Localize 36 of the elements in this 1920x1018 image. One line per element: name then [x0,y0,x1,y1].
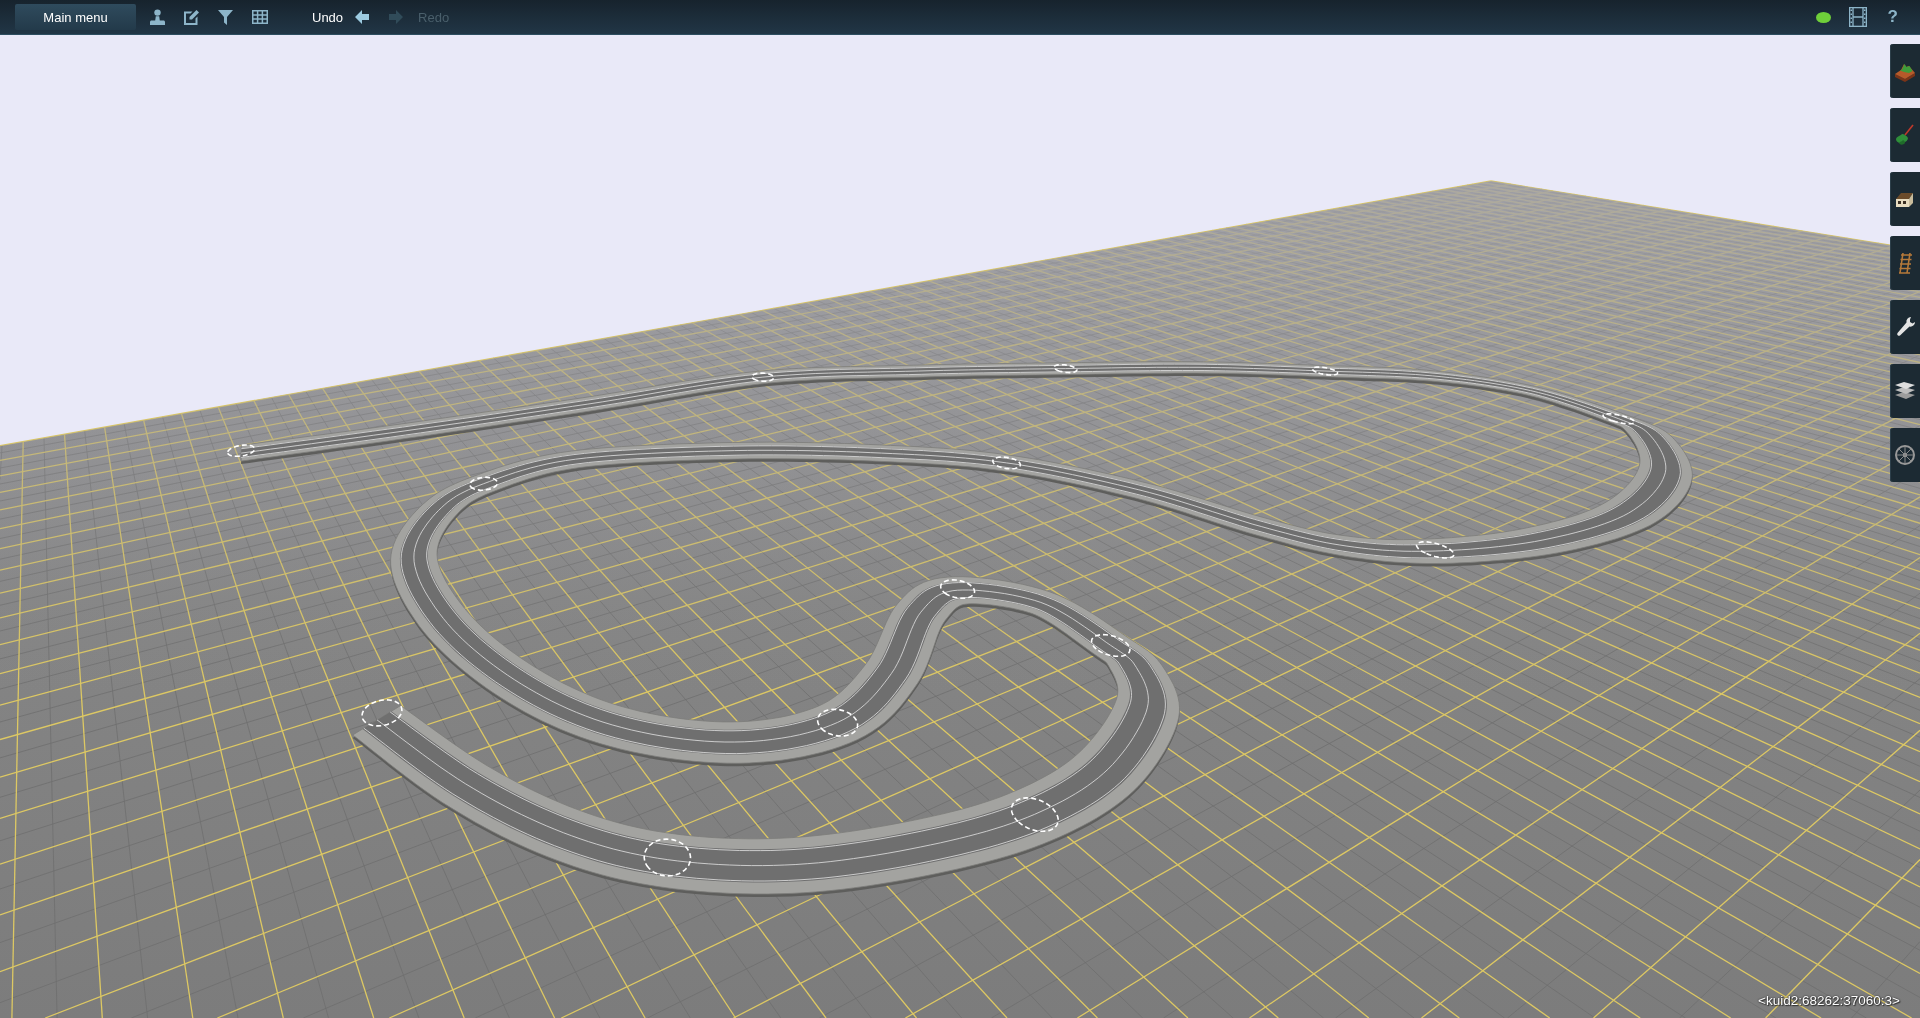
wrench-icon [1894,316,1916,338]
spline-point-icon[interactable] [1602,413,1636,425]
main-menu-button[interactable]: Main menu [15,4,136,30]
wheel-icon [1894,444,1916,466]
filter-icon[interactable] [218,9,233,25]
grid-icon[interactable] [252,10,268,24]
spline-point-icon[interactable] [1010,797,1059,833]
help-button[interactable]: ? [1887,7,1898,27]
spline-point-icon[interactable] [226,444,256,458]
house-button[interactable] [1890,172,1920,226]
spline-point-icon[interactable] [939,579,976,600]
spline-point-icon[interactable] [1090,633,1131,658]
track-button[interactable] [1890,236,1920,290]
brush-button[interactable] [1890,108,1920,162]
status-dot-icon [1815,11,1831,23]
person-icon[interactable] [150,9,165,25]
spline-point-icon[interactable] [469,476,499,491]
wheel-button[interactable] [1890,428,1920,482]
layers-icon [1894,380,1916,402]
terrain-button[interactable] [1890,44,1920,98]
spline-point-icon[interactable] [1311,366,1339,376]
right-arrow-icon [389,10,404,24]
spline-point-icon[interactable] [1053,363,1078,374]
wrench-button[interactable] [1890,300,1920,354]
spline-point-icon[interactable] [643,838,692,877]
spline-point-icon[interactable] [361,699,403,727]
edit-icon[interactable] [184,9,199,25]
undo-button[interactable]: Undo [312,9,370,25]
film-icon[interactable] [1848,7,1867,27]
layers-button[interactable] [1890,364,1920,418]
spline-point-icon[interactable] [1415,541,1455,559]
left-arrow-icon [355,10,370,24]
spline-point-icon[interactable] [816,708,859,737]
spline-point-icon[interactable] [991,456,1022,470]
spline-point-icon[interactable] [751,372,775,383]
brush-icon [1894,124,1916,146]
